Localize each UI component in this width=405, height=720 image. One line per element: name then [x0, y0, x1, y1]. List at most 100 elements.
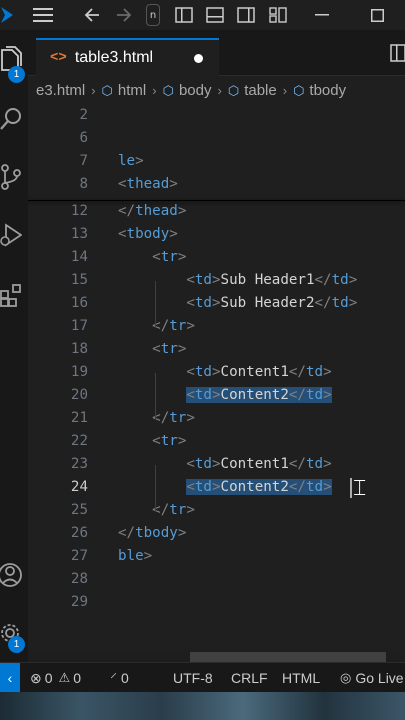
line-number: 19: [70, 364, 88, 380]
code-text: </tr>: [152, 318, 195, 334]
line-number: 20: [70, 387, 88, 403]
code-line[interactable]: 14 <tr>: [28, 246, 405, 269]
warnings-count: 0: [73, 670, 81, 686]
code-line[interactable]: 23 <td>Content1</td>: [28, 453, 405, 476]
code-line[interactable]: 17 </tr>: [28, 315, 405, 338]
extensions-icon[interactable]: [0, 280, 28, 310]
code-text: <td>Sub Header2</td>: [186, 295, 358, 311]
back-arrow-icon[interactable]: [82, 0, 102, 30]
line-number: 12: [70, 203, 88, 219]
code-text: </tbody>: [118, 525, 187, 541]
line-number: 21: [70, 410, 88, 426]
code-line[interactable]: 12 </thead>: [28, 200, 405, 223]
go-live-button[interactable]: ◎ Go Live: [340, 663, 404, 693]
customize-layout-icon[interactable]: [268, 0, 288, 30]
line-number: 17: [70, 318, 88, 334]
settings-badge: 1: [8, 636, 25, 653]
code-text: <tr>: [152, 433, 187, 449]
text-caret: [350, 478, 352, 498]
run-debug-icon[interactable]: [0, 220, 28, 250]
maximize-icon[interactable]: [368, 0, 386, 30]
breadcrumb-body[interactable]: ⬡ body: [163, 82, 212, 99]
breadcrumb-file[interactable]: e3.html: [36, 82, 85, 99]
activity-bar: 1 1: [0, 30, 28, 662]
tab-bar: <> table3.html: [28, 30, 405, 76]
tab-table3-html[interactable]: <> table3.html: [36, 38, 219, 76]
tab-label: table3.html: [74, 49, 154, 66]
code-line[interactable]: 20 <td>Content2</td>: [28, 384, 405, 407]
code-line[interactable]: 15 <td>Sub Header1</td>: [28, 269, 405, 292]
code-line[interactable]: 8 <thead>: [28, 173, 405, 196]
code-line[interactable]: 27 ble>: [28, 545, 405, 568]
toggle-secondary-sidebar-icon[interactable]: [236, 0, 256, 30]
chevron-right-icon: ›: [217, 83, 222, 98]
indent-guide: [155, 373, 156, 419]
minimize-icon[interactable]: [312, 0, 332, 30]
code-line[interactable]: 26 </tbody>: [28, 522, 405, 545]
account-icon[interactable]: [0, 560, 28, 590]
chevron-right-icon: ›: [91, 83, 96, 98]
code-line[interactable]: 21 </tr>: [28, 407, 405, 430]
language-mode-status[interactable]: HTML: [282, 663, 320, 693]
code-text: </tr>: [152, 410, 195, 426]
code-line[interactable]: 18 <tr>: [28, 338, 405, 361]
code-text: <tbody>: [118, 226, 178, 242]
line-number: 23: [70, 456, 88, 472]
line-number: 29: [70, 594, 88, 610]
code-line[interactable]: 22 <tr>: [28, 430, 405, 453]
problems-status[interactable]: ⊗ 0 ⚠ 0: [30, 663, 81, 693]
ports-count: 0: [121, 670, 129, 686]
source-control-icon[interactable]: [0, 162, 28, 192]
breadcrumb-table[interactable]: ⬡ table: [228, 82, 277, 99]
line-number: 6: [79, 130, 88, 146]
code-line[interactable]: 19 <td>Content1</td>: [28, 361, 405, 384]
errors-count: 0: [44, 670, 53, 686]
code-line[interactable]: 25 </tr>: [28, 499, 405, 522]
ports-icon: ⸍: [110, 669, 117, 686]
menu-icon[interactable]: [32, 0, 54, 30]
line-number: 15: [70, 272, 88, 288]
code-editor[interactable]: 2 6 7 le> 8 <thead> 12 </thead> 13 <tbody> 14 <tr…: [28, 104, 405, 650]
unsaved-dot-icon[interactable]: [194, 54, 203, 63]
code-line[interactable]: 24 <td>Content2</td>: [28, 476, 405, 499]
code-line[interactable]: 16 <td>Sub Header2</td>: [28, 292, 405, 315]
forward-arrow-icon[interactable]: [114, 0, 134, 30]
code-text: <td>Content2</td>: [186, 479, 332, 495]
line-number: 28: [70, 571, 88, 587]
go-live-label: Go Live: [355, 670, 404, 686]
indent-guide: [155, 281, 156, 327]
search-icon[interactable]: [0, 104, 28, 134]
code-text: <td>Content2</td>: [186, 387, 332, 403]
code-text: le>: [118, 153, 144, 169]
horizontal-scrollbar[interactable]: [190, 652, 386, 662]
line-number: 27: [70, 548, 88, 564]
code-line[interactable]: 6: [28, 127, 405, 150]
code-line[interactable]: 13 <tbody>: [28, 223, 405, 246]
element-icon: ⬡: [162, 82, 174, 98]
ports-status[interactable]: ⸍ 0: [110, 663, 129, 693]
line-number: 8: [79, 176, 88, 192]
breadcrumb-tbody[interactable]: ⬡ tbody: [293, 82, 346, 99]
line-number: 25: [70, 502, 88, 518]
chevron-right-icon: ›: [282, 83, 288, 98]
code-text: <td>Content1</td>: [186, 456, 332, 472]
code-line[interactable]: 2: [28, 104, 405, 127]
split-editor-icon[interactable]: [390, 44, 405, 62]
toggle-panel-icon[interactable]: [205, 0, 225, 30]
search-box[interactable]: n: [146, 0, 160, 30]
code-text: <thead>: [118, 176, 178, 192]
title-bar: n: [0, 0, 405, 30]
remote-indicator-icon[interactable]: ‹: [0, 663, 20, 693]
toggle-primary-sidebar-icon[interactable]: [174, 0, 194, 30]
code-line[interactable]: 7 le>: [28, 150, 405, 173]
eol-status[interactable]: CRLF: [231, 663, 268, 693]
line-number: 14: [70, 249, 88, 265]
code-line[interactable]: 28: [28, 568, 405, 591]
breadcrumb-html[interactable]: ⬡ html: [102, 82, 147, 99]
code-text: </tr>: [152, 502, 195, 518]
warning-icon: ⚠: [58, 670, 71, 685]
code-line[interactable]: 29: [28, 591, 405, 614]
line-number: 2: [79, 107, 88, 123]
element-icon: ⬡: [101, 82, 113, 98]
encoding-status[interactable]: UTF-8: [173, 663, 213, 693]
